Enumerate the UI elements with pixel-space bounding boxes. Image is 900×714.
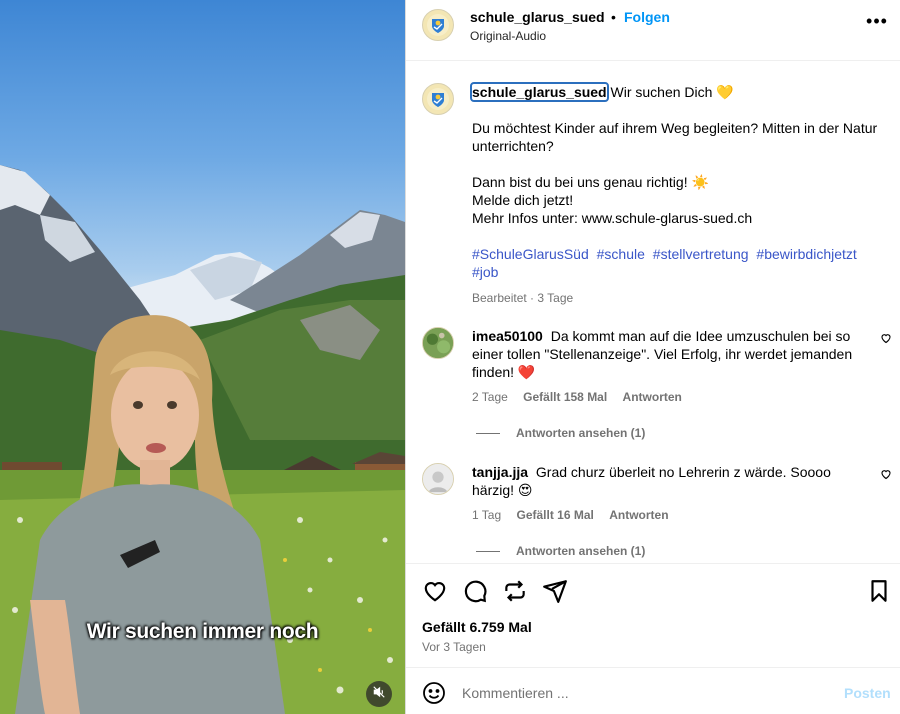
comment-icon	[464, 580, 487, 603]
comment-time: 1 Tag	[472, 508, 502, 522]
likes-count[interactable]: Gefällt 6.759 Mal	[422, 619, 532, 635]
save-button[interactable]	[866, 578, 892, 604]
hashtag-link[interactable]: #job	[472, 264, 498, 280]
avatar[interactable]	[422, 463, 454, 495]
comment-time: 2 Tage	[472, 390, 508, 404]
caption-line: Melde dich jetzt!	[472, 192, 574, 208]
caption-headline: Wir suchen Dich 💛	[610, 84, 734, 100]
caption-meta: Bearbeitet · 3 Tage	[472, 291, 574, 305]
emoji-icon	[423, 682, 445, 704]
post-actions-bar: Gefällt 6.759 Mal Vor 3 Tagen	[406, 563, 900, 667]
video-subtitle: Wir suchen immer noch	[86, 620, 319, 643]
mute-button[interactable]	[366, 681, 392, 707]
caption-paragraph: Du möchtest Kinder auf ihrem Weg begleit…	[472, 120, 878, 154]
send-icon	[543, 580, 567, 603]
more-options-button[interactable]: •••	[864, 11, 890, 34]
comment-composer: Kommentieren ... Posten	[406, 667, 900, 714]
speaker-muted-icon	[372, 685, 386, 704]
hashtag-link[interactable]: #stellvertretung	[653, 246, 749, 262]
avatar[interactable]	[422, 83, 454, 115]
reply-button[interactable]: Antworten	[609, 508, 668, 522]
post-timestamp: Vor 3 Tagen	[422, 640, 486, 654]
like-button[interactable]	[422, 578, 448, 604]
comment-likes-button[interactable]: Gefällt 158 Mal	[523, 390, 607, 404]
caption-line: Dann bist du bei uns genau richtig! ☀️	[472, 174, 709, 190]
avatar[interactable]	[422, 327, 454, 359]
comment-username-link[interactable]: tanjja.jja	[472, 464, 528, 480]
view-replies-button[interactable]: Antworten ansehen (1)	[476, 426, 645, 440]
view-replies-label: Antworten ansehen (1)	[516, 544, 646, 558]
comment-likes-button[interactable]: Gefällt 16 Mal	[516, 508, 593, 522]
video-frame-image	[0, 165, 405, 714]
hashtag-link[interactable]: #SchuleGlarusSüd	[472, 246, 589, 262]
divider	[476, 432, 500, 434]
heart-icon	[881, 470, 891, 480]
reply-button[interactable]: Antworten	[623, 390, 682, 404]
caption-username-link[interactable]: schule_glarus_sued	[470, 82, 609, 102]
share-button[interactable]	[502, 578, 528, 604]
divider	[476, 550, 500, 552]
comment-like-button[interactable]	[880, 467, 892, 485]
view-replies-button[interactable]: Antworten ansehen (1)	[476, 544, 645, 558]
reel-video[interactable]: Wir suchen immer noch	[0, 0, 405, 714]
share-icon	[505, 580, 525, 602]
heart-icon	[424, 582, 446, 602]
caption-line: Mehr Infos unter: www.schule-glarus-sued…	[472, 210, 753, 226]
heart-icon	[881, 334, 891, 344]
comment-like-button[interactable]	[880, 331, 892, 349]
bookmark-icon	[871, 580, 887, 602]
send-button[interactable]	[542, 578, 568, 604]
audio-label[interactable]: Original-Audio	[470, 29, 546, 43]
comment-button[interactable]	[462, 578, 488, 604]
post-detail-panel: schule_glarus_sued • Folgen Original-Aud…	[405, 0, 900, 714]
separator-dot: •	[611, 9, 616, 25]
post-header: schule_glarus_sued • Folgen Original-Aud…	[406, 0, 900, 61]
username-link[interactable]: schule_glarus_sued	[470, 9, 605, 25]
hashtag-link[interactable]: #schule	[597, 246, 645, 262]
follow-button[interactable]: Folgen	[624, 9, 670, 25]
comment-username-link[interactable]: imea50100	[472, 328, 543, 344]
comments-scroll-area[interactable]: schule_glarus_sued Wir suchen Dich 💛 Du …	[406, 61, 900, 563]
post-comment-button[interactable]: Posten	[844, 685, 891, 701]
view-replies-label: Antworten ansehen (1)	[516, 426, 646, 440]
more-horizontal-icon: •••	[866, 11, 888, 31]
emoji-button[interactable]	[422, 681, 446, 710]
avatar[interactable]	[422, 9, 454, 41]
comment-input[interactable]: Kommentieren ...	[462, 685, 569, 701]
hashtag-list: #SchuleGlarusSüd #schule #stellvertretun…	[472, 245, 892, 281]
hashtag-link[interactable]: #bewirbdichjetzt	[756, 246, 856, 262]
